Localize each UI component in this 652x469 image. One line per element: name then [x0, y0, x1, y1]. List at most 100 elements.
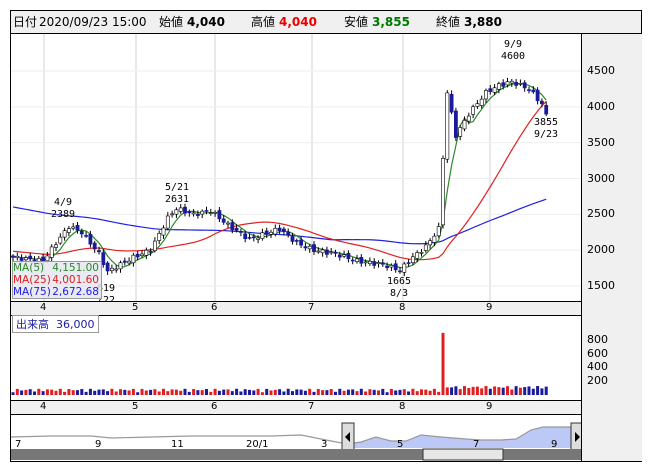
volume-bar [544, 386, 548, 395]
candle [165, 215, 170, 229]
volume-bar [174, 389, 178, 395]
volume-bar [441, 332, 445, 395]
candle [406, 262, 411, 264]
volume-bar [355, 391, 359, 395]
candle [251, 236, 256, 239]
volume-bar [523, 387, 527, 395]
volume-bar [346, 389, 350, 395]
volume-bar [458, 389, 462, 395]
candle [389, 264, 394, 268]
volume-bar [41, 391, 45, 395]
candle [342, 254, 347, 257]
candle [385, 265, 390, 269]
volume-bar [179, 390, 183, 395]
volume-bar [488, 388, 492, 395]
candle [256, 237, 261, 240]
candle [419, 251, 424, 254]
open-value: 4,040 [187, 15, 225, 29]
volume-bar [273, 389, 277, 395]
candle [28, 255, 33, 260]
volume-bar [205, 389, 208, 395]
volume-bar [411, 388, 415, 395]
month-label: 6 [211, 401, 218, 412]
candle [522, 82, 527, 89]
volume-bar [497, 387, 501, 395]
candle [505, 81, 510, 86]
volume-bar [269, 390, 273, 395]
month-label: 7 [308, 302, 315, 313]
month-label: 5 [132, 302, 139, 313]
volume-bar [415, 391, 419, 395]
navigator-label: 11 [171, 439, 184, 450]
volume-bar [123, 389, 127, 395]
volume-bar [71, 390, 75, 395]
ma25-value: 4,001.60 [52, 274, 99, 286]
candle [475, 103, 480, 107]
volume-bar [334, 391, 337, 395]
candle [535, 89, 540, 102]
candle [492, 87, 497, 93]
candle [178, 207, 183, 212]
open-label: 始値 [159, 15, 184, 29]
volume-bar [286, 388, 290, 395]
price-tick: 4500 [587, 64, 615, 77]
candle [174, 209, 179, 215]
volume-tick: 800 [587, 332, 608, 346]
volume-bar [377, 390, 380, 395]
candle [471, 106, 476, 115]
volume-bar [187, 391, 191, 395]
volume-bar [106, 391, 110, 395]
candle [239, 231, 243, 233]
volume-bar [110, 388, 114, 395]
volume-bar [157, 391, 161, 395]
candle [101, 252, 106, 266]
volume-bar [235, 388, 239, 395]
scrollbar-thumb[interactable] [422, 448, 504, 461]
candle [114, 268, 119, 271]
volume-bar [144, 390, 148, 395]
candle [269, 231, 273, 235]
volume-bar [463, 386, 466, 395]
volume-bar [372, 389, 376, 395]
volume-bar [338, 388, 342, 395]
candle [84, 235, 89, 237]
price-tick: 1500 [587, 279, 615, 292]
close-label: 終値 [436, 15, 461, 29]
volume-bar [394, 390, 398, 395]
price-tick: 2500 [587, 207, 615, 221]
candle [393, 263, 398, 271]
candle [346, 252, 351, 260]
volume-bar [291, 391, 294, 395]
volume-bar [308, 388, 312, 395]
volume-bar [260, 392, 264, 395]
volume-bar [140, 388, 144, 395]
volume-bar [101, 389, 105, 395]
volume-bar [428, 390, 432, 395]
candle [58, 236, 63, 244]
candle [281, 228, 286, 232]
volume-bar [407, 391, 411, 395]
volume-bar [11, 392, 15, 395]
volume-bar [67, 389, 71, 395]
volume-bar [183, 388, 187, 395]
close-value: 3,880 [464, 15, 502, 29]
candle [410, 256, 415, 263]
navigator[interactable]: 7 9 11 20/1 3 5 7 9 [11, 415, 581, 461]
volume-bar [282, 391, 286, 395]
volume-bar [484, 386, 488, 395]
volume-bar [402, 389, 406, 395]
date-label: 日付 [13, 15, 38, 29]
month-label: 7 [308, 401, 315, 412]
ma25-label: MA(25) [13, 274, 51, 286]
candle [320, 249, 325, 254]
volume-bar [222, 389, 226, 395]
volume-bar [299, 389, 303, 395]
navigator-label: 5 [397, 439, 403, 450]
volume-bar [252, 390, 256, 395]
volume-bar [450, 387, 454, 395]
candle [122, 260, 127, 263]
volume-bar [364, 391, 368, 395]
volume-bar [33, 391, 36, 395]
volume-bar [45, 389, 49, 395]
candle [286, 231, 291, 236]
